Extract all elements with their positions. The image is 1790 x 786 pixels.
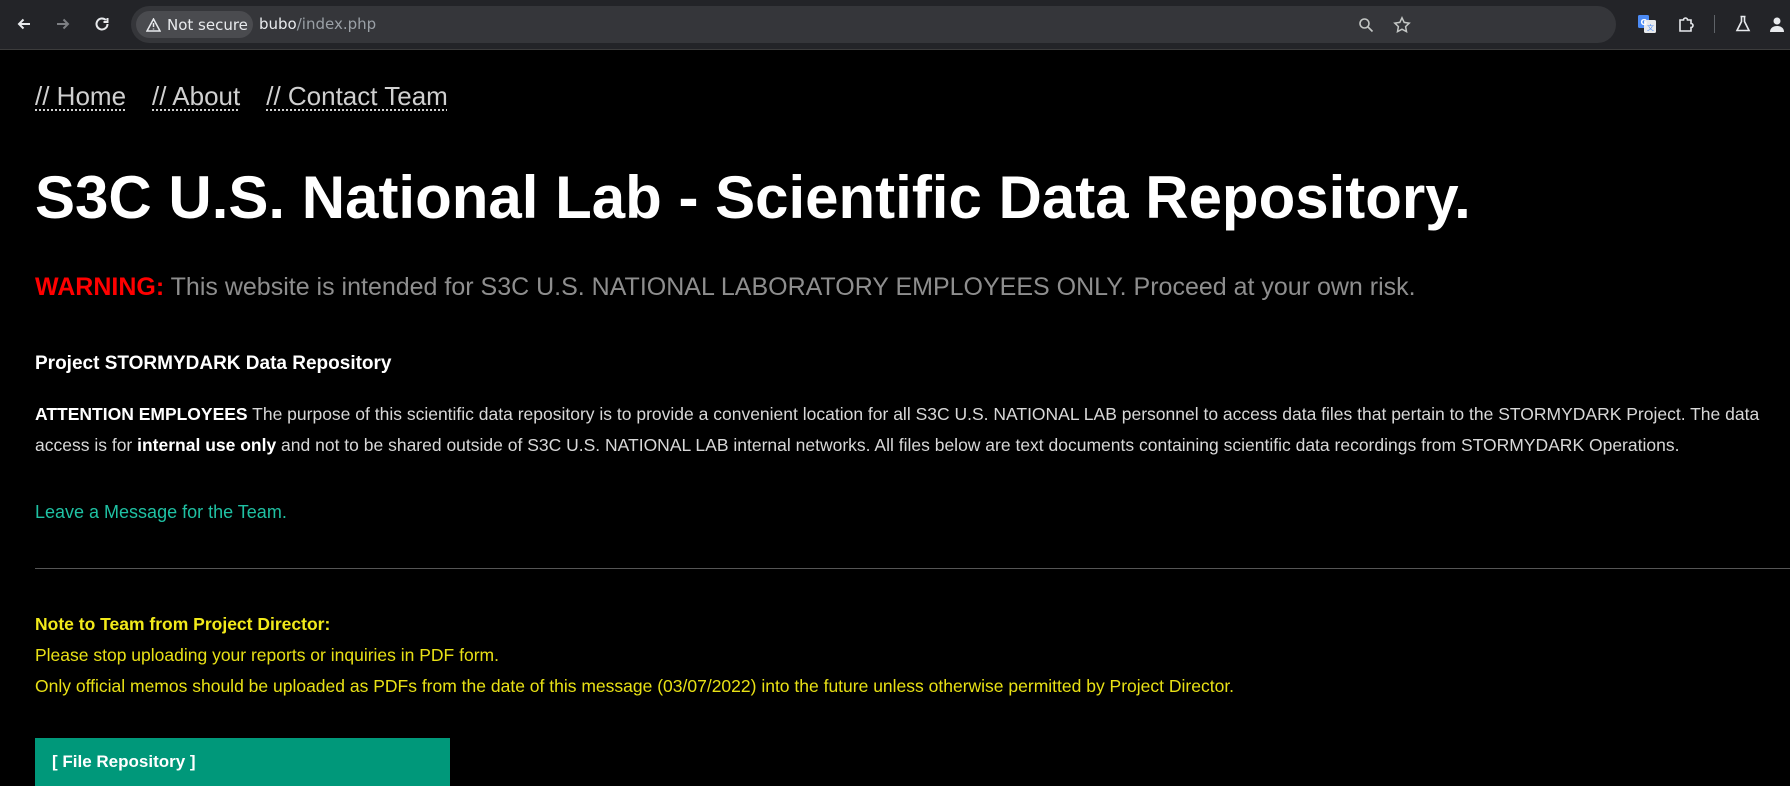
note-line-2: Only official memos should be uploaded a… — [35, 676, 1235, 696]
profile-button[interactable] — [1764, 11, 1790, 37]
main-nav: // Home // About // Contact Team — [35, 81, 448, 112]
magnifier-icon — [1359, 18, 1374, 33]
file-repository-button[interactable]: [ File Repository ] — [35, 738, 450, 786]
extensions-button[interactable] — [1673, 11, 1699, 37]
url-host: bubo — [259, 15, 297, 33]
warning-text: This website is intended for S3C U.S. NA… — [170, 273, 1416, 301]
back-button[interactable] — [11, 11, 37, 37]
director-note: Note to Team from Project Director: Plea… — [35, 609, 1234, 702]
section-heading: Project STORMYDARK Data Repository — [35, 353, 392, 374]
translate-button[interactable]: G 文 — [1634, 11, 1660, 37]
nav-contact-link[interactable]: // Contact Team — [266, 81, 448, 112]
browser-toolbar: Not secure bubo/index.php G 文 — [0, 0, 1790, 50]
attention-bold: internal use only — [137, 435, 277, 455]
security-indicator[interactable]: Not secure — [136, 11, 253, 38]
labs-button[interactable] — [1730, 11, 1756, 37]
attention-label: ATTENTION EMPLOYEES — [35, 404, 248, 424]
bookmark-button[interactable] — [1390, 13, 1414, 37]
attention-paragraph: ATTENTION EMPLOYEES The purpose of this … — [35, 399, 1790, 461]
flask-icon — [1735, 15, 1751, 32]
page-content: // Home // About // Contact Team S3C U.S… — [0, 50, 1790, 786]
nav-home-link[interactable]: // Home — [35, 81, 126, 112]
translate-icon: G 文 — [1638, 15, 1656, 33]
warning-banner: WARNING: This website is intended for S3… — [35, 273, 1416, 302]
divider — [35, 568, 1790, 569]
star-icon — [1393, 16, 1411, 33]
leave-message-link[interactable]: Leave a Message for the Team. — [35, 502, 287, 523]
reload-icon — [95, 17, 109, 31]
note-line-1: Please stop uploading your reports or in… — [35, 645, 499, 665]
url-path: /index.php — [296, 15, 377, 33]
warning-label: WARNING: — [35, 273, 165, 301]
zoom-button[interactable] — [1354, 13, 1378, 37]
back-arrow-icon — [17, 18, 30, 30]
url-text[interactable]: bubo/index.php — [259, 15, 376, 33]
forward-arrow-icon — [57, 18, 70, 30]
attention-text-2: and not to be shared outside of S3C U.S.… — [276, 435, 1680, 455]
note-title: Note to Team from Project Director: — [35, 614, 331, 634]
warning-triangle-icon — [146, 17, 161, 32]
reload-button[interactable] — [89, 11, 115, 37]
forward-button[interactable] — [50, 11, 76, 37]
address-bar[interactable]: Not secure bubo/index.php — [131, 6, 1616, 43]
svg-text:文: 文 — [1647, 23, 1654, 32]
page-title: S3C U.S. National Lab - Scientific Data … — [35, 164, 1471, 231]
puzzle-icon — [1679, 17, 1694, 32]
profile-icon — [1770, 17, 1784, 32]
toolbar-separator — [1714, 15, 1715, 33]
nav-about-link[interactable]: // About — [152, 81, 240, 112]
security-label: Not secure — [167, 15, 248, 34]
